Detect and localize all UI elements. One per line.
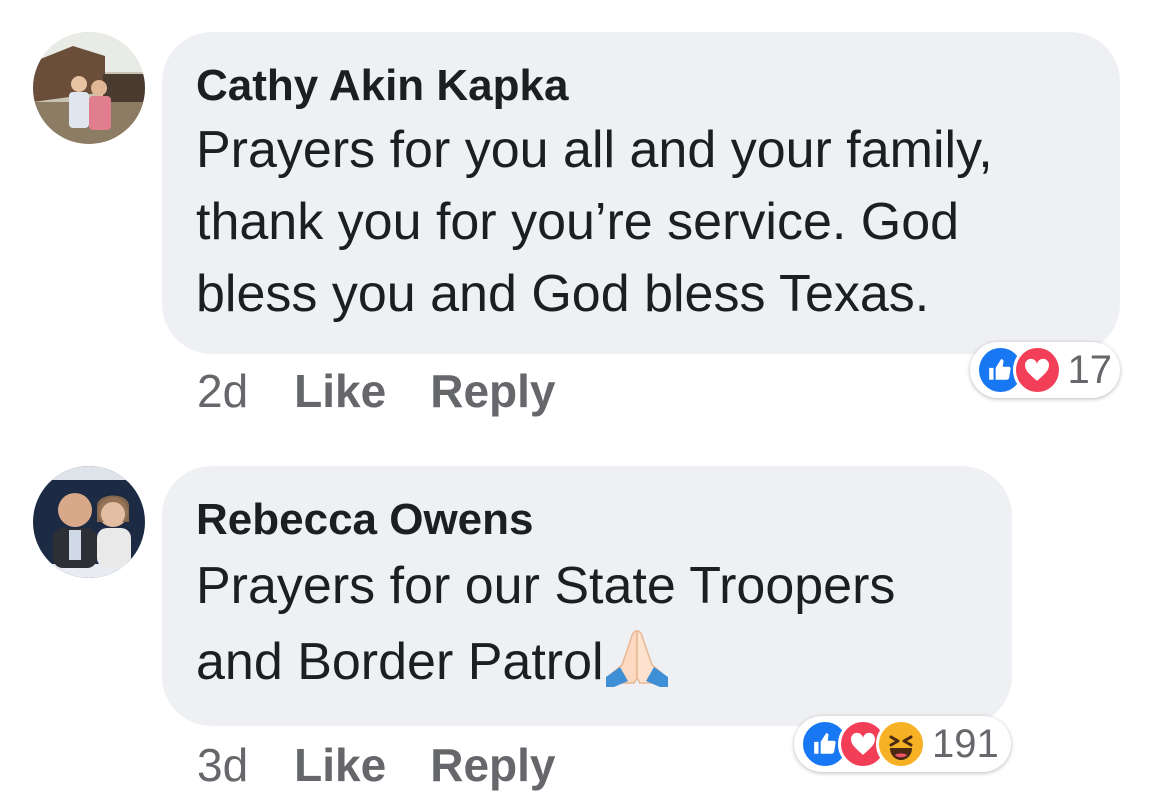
comment-timestamp[interactable]: 3d xyxy=(197,739,248,791)
comment-text-line: thank you for you’re service. God xyxy=(196,193,960,251)
comment-text-line: bless you and God bless Texas. xyxy=(196,265,930,323)
folded-hands-emoji xyxy=(605,630,668,687)
comment-text: Prayers for our State Troopers and Borde… xyxy=(196,548,978,700)
comment-text: Prayers for you all and your family, tha… xyxy=(196,114,1086,330)
reactions-summary[interactable]: 17 xyxy=(970,342,1120,398)
comment-bubble: Rebecca Owens Prayers for our State Troo… xyxy=(162,466,1012,726)
profile-photo-icon xyxy=(33,32,145,144)
avatar[interactable] xyxy=(33,466,145,578)
comment-text-line: and Border Patrol xyxy=(196,624,978,700)
reaction-count: 17 xyxy=(1067,347,1113,392)
reply-button[interactable]: Reply xyxy=(430,739,555,791)
comment-text-line: Prayers for our State Troopers xyxy=(196,557,896,615)
like-button[interactable]: Like xyxy=(294,739,386,791)
reactions-summary[interactable]: 191 xyxy=(794,716,1011,772)
love-icon xyxy=(1012,345,1062,395)
comment-actions: 2d Like Reply xyxy=(197,364,599,418)
comment-author[interactable]: Rebecca Owens xyxy=(196,494,978,546)
comment-timestamp[interactable]: 2d xyxy=(197,365,248,417)
profile-photo-icon xyxy=(33,466,145,578)
comment-bubble: Cathy Akin Kapka Prayers for you all and… xyxy=(162,32,1120,354)
reply-button[interactable]: Reply xyxy=(430,365,555,417)
comment-text-fragment: and Border Patrol xyxy=(196,633,604,691)
like-button[interactable]: Like xyxy=(294,365,386,417)
comment-author[interactable]: Cathy Akin Kapka xyxy=(196,60,1086,112)
haha-icon xyxy=(876,719,926,769)
comment-text-line: Prayers for you all and your family, xyxy=(196,121,993,179)
reaction-count: 191 xyxy=(932,721,999,766)
comment-actions: 3d Like Reply xyxy=(197,738,599,792)
avatar[interactable] xyxy=(33,32,145,144)
